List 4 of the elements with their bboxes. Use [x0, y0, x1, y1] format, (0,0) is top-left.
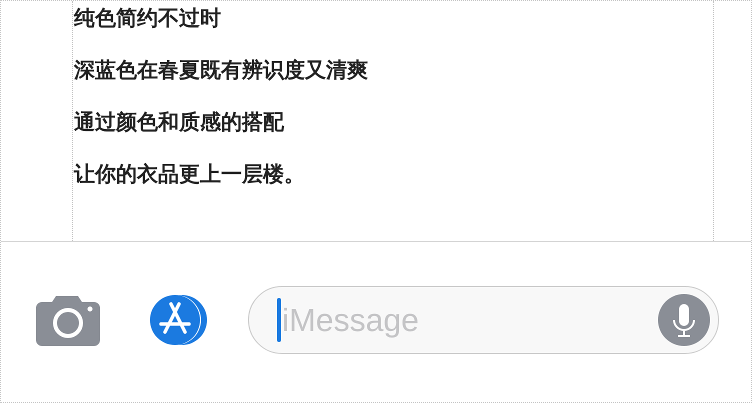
message-text: 让你的衣品更上一层楼。	[74, 161, 306, 187]
message-text: 深蓝色在春夏既有辨识度又清爽	[74, 57, 369, 83]
message-text: 通过颜色和质感的搭配	[74, 109, 286, 135]
message-text: 纯色简约不过时	[74, 5, 222, 31]
